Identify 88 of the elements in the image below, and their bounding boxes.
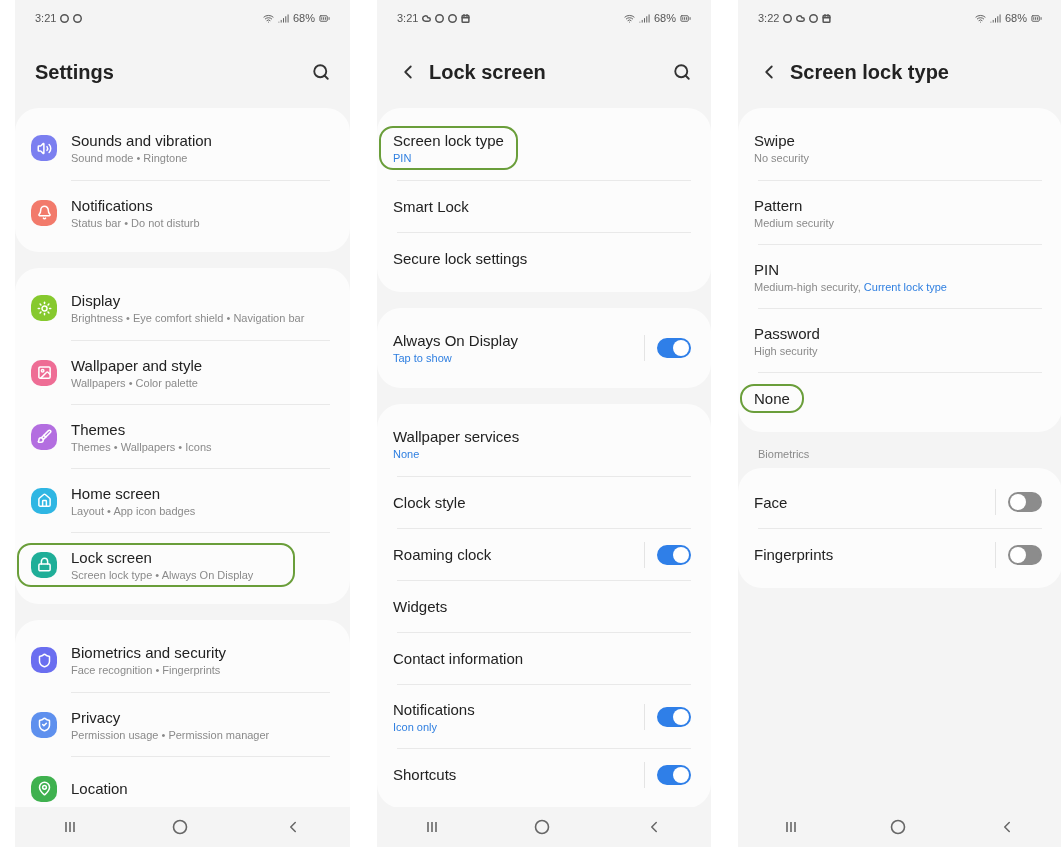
- home-icon[interactable]: [172, 819, 189, 835]
- battery-percent: 68%: [653, 12, 676, 24]
- item-subtitle: Themes • Wallpapers • Icons: [71, 440, 212, 453]
- circle-icon: [60, 13, 70, 23]
- circle-icon: [435, 13, 445, 23]
- item-subtitle: Screen lock type • Always On Display: [71, 568, 254, 581]
- item-subtitle: Medium-high security, Current lock type: [754, 280, 947, 293]
- item-title[interactable]: None: [754, 390, 790, 407]
- item-title[interactable]: Fingerprints: [754, 546, 834, 563]
- item-title[interactable]: Widgets: [393, 598, 448, 615]
- toggle-switch[interactable]: [1008, 492, 1042, 512]
- item-title[interactable]: Roaming clock: [393, 546, 492, 563]
- search-icon[interactable]: [673, 63, 691, 81]
- item-subtitle: Layout • App icon badges: [71, 504, 196, 517]
- calendar-icon: [822, 13, 832, 23]
- wifi-icon: [974, 12, 986, 24]
- toggle-switch[interactable]: [657, 764, 691, 785]
- item-subtitle: PIN: [393, 152, 413, 164]
- item-title[interactable]: Notifications: [393, 700, 475, 718]
- item-subtitle: Medium security: [754, 216, 835, 229]
- item-subtitle: Face recognition • Fingerprints: [71, 664, 222, 676]
- item-title[interactable]: Home screen: [71, 484, 196, 502]
- screen-title: Lock screen: [429, 60, 547, 84]
- item-title[interactable]: Clock style: [393, 494, 466, 511]
- cloud-icon: [422, 13, 432, 23]
- status-time: 3:22: [758, 12, 780, 24]
- circle-icon: [809, 13, 819, 23]
- item-subtitle: Sound mode • Ringtone: [71, 152, 189, 164]
- item-title[interactable]: Shortcuts: [393, 766, 457, 783]
- item-title[interactable]: Pattern: [754, 196, 835, 214]
- item-subtitle: Status bar • Do not disturb: [71, 216, 200, 229]
- item-subtitle: High security: [754, 344, 819, 357]
- cloud-icon: [796, 13, 806, 23]
- item-title[interactable]: Wallpaper services: [393, 428, 520, 445]
- item-subtitle: Wallpapers • Color palette: [71, 376, 199, 389]
- item-title[interactable]: Screen lock type: [393, 132, 504, 149]
- signal-icon: [989, 12, 1001, 24]
- item-title[interactable]: Display: [71, 292, 305, 309]
- signal-icon: [638, 12, 650, 24]
- battery-icon: [680, 12, 691, 24]
- circle-icon: [448, 13, 458, 23]
- item-subtitle: Permission usage • Permission manager: [71, 728, 270, 741]
- home-icon[interactable]: [890, 819, 906, 835]
- signal-icon: [277, 12, 289, 24]
- item-title[interactable]: Password: [754, 324, 820, 342]
- item-title[interactable]: Privacy: [71, 708, 270, 726]
- item-subtitle: Brightness • Eye comfort shield • Navigation bar: [71, 312, 305, 324]
- battery-icon: [1031, 12, 1042, 24]
- screen-title: Settings: [35, 60, 115, 84]
- circle-icon: [783, 13, 793, 23]
- battery-percent: 68%: [292, 12, 315, 24]
- status-time: 3:21: [397, 12, 419, 24]
- screen-title: Screen lock type: [790, 60, 950, 84]
- item-subtitle: Icon only: [393, 720, 439, 733]
- item-title[interactable]: Always On Display: [393, 332, 519, 349]
- item-subtitle: Tap to show: [393, 352, 453, 364]
- item-title[interactable]: Biometrics and security: [71, 644, 227, 661]
- recents-icon[interactable]: [784, 820, 798, 834]
- item-title[interactable]: Smart Lock: [393, 198, 469, 215]
- item-title[interactable]: Contact information: [393, 650, 524, 667]
- item-title[interactable]: Sounds and vibration: [71, 132, 212, 149]
- section-label: Biometrics: [757, 448, 811, 460]
- item-title[interactable]: PIN: [754, 260, 947, 278]
- item-title[interactable]: Secure lock settings: [393, 250, 528, 267]
- home-icon[interactable]: [534, 819, 550, 835]
- item-title[interactable]: Face: [754, 493, 788, 511]
- item-title[interactable]: Swipe: [754, 132, 810, 149]
- wifi-icon: [623, 12, 635, 24]
- circle-icon: [73, 13, 83, 23]
- search-icon[interactable]: [312, 63, 330, 81]
- calendar-icon: [461, 13, 471, 23]
- item-title[interactable]: Notifications: [71, 196, 200, 214]
- toggle-switch[interactable]: [657, 338, 691, 358]
- toggle-switch[interactable]: [657, 706, 691, 727]
- toggle-switch[interactable]: [657, 544, 691, 565]
- toggle-switch[interactable]: [1008, 544, 1042, 565]
- recents-icon[interactable]: [62, 820, 77, 834]
- item-subtitle: None: [393, 448, 421, 460]
- status-time: 3:21: [35, 12, 57, 24]
- wifi-icon: [262, 12, 274, 24]
- battery-icon: [319, 12, 330, 24]
- item-title[interactable]: Wallpaper and style: [71, 356, 203, 374]
- recents-icon[interactable]: [424, 820, 439, 834]
- battery-percent: 68%: [1004, 12, 1027, 24]
- item-subtitle: No security: [754, 152, 810, 164]
- item-title[interactable]: Location: [71, 780, 128, 797]
- item-title[interactable]: Lock screen: [71, 548, 254, 566]
- item-title[interactable]: Themes: [71, 420, 212, 438]
